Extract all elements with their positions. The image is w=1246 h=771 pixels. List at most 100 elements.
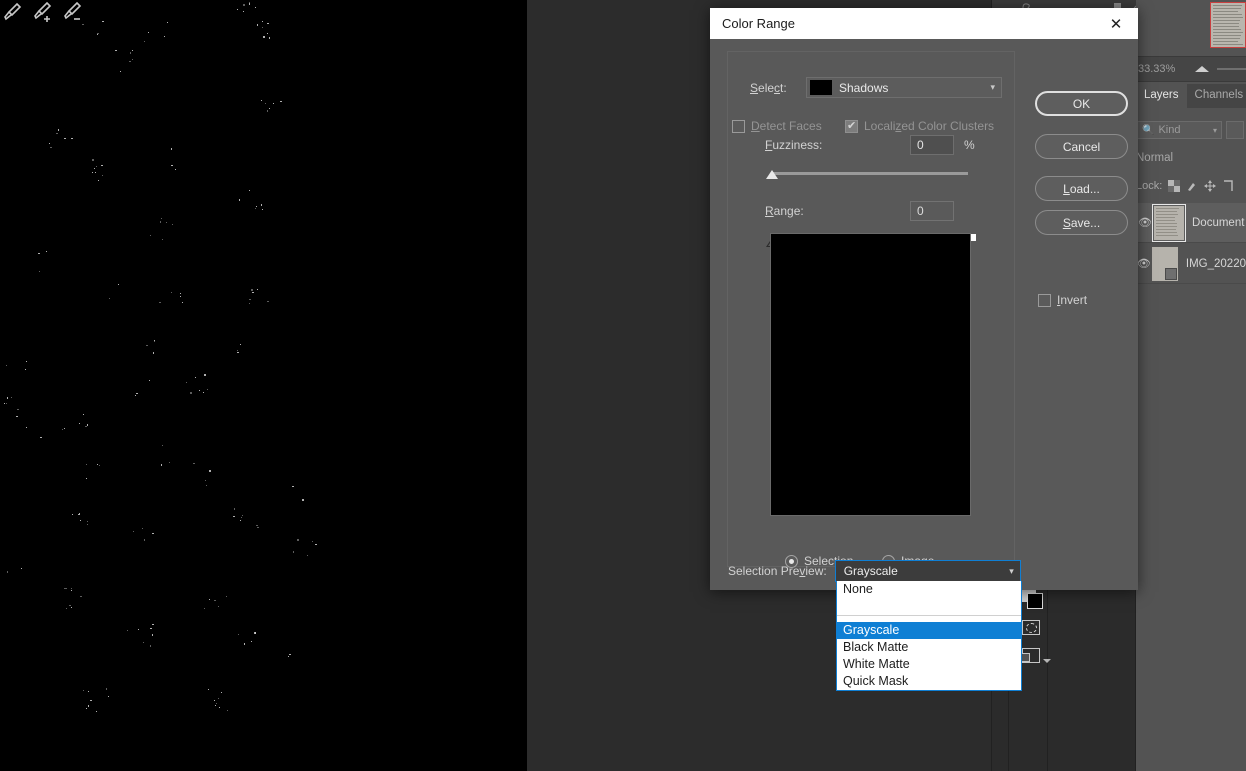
range-input[interactable]: 0 [910,201,954,221]
canvas-speck [153,352,154,354]
canvas-speck [242,515,243,516]
dialog-titlebar[interactable]: Color Range ✕ [710,8,1138,39]
canvas-speck [120,71,121,72]
canvas-speck [152,634,153,636]
canvas-speck [190,392,192,394]
selection-preview-dropdown-list[interactable]: None Grayscale Black Matte White Matte Q… [836,581,1022,691]
canvas-speck [46,251,47,252]
canvas-speck [102,175,103,176]
eyedropper-add-icon[interactable] [30,0,54,24]
canvas-speck [26,361,27,362]
ok-button[interactable]: OK [1035,91,1128,116]
canvas-speck [130,52,131,54]
canvas-speck [79,513,80,514]
dropdown-option-grayscale[interactable]: Grayscale [837,622,1021,639]
panel-tab-strip: Layers Channels [1136,84,1246,108]
canvas-speck [154,340,155,341]
canvas-speck [243,11,244,12]
fuzziness-input[interactable]: 0 [910,135,954,155]
canvas-speck [150,645,151,647]
selection-preview-combobox[interactable]: Grayscale ▾ [835,560,1021,582]
load-button[interactable]: Load... [1035,176,1128,201]
canvas-speck [96,166,97,167]
canvas-speck [171,165,173,166]
thumbnail-texture-line [1156,208,1179,209]
foreground-background-color-swatch[interactable] [1022,588,1044,610]
fuzziness-unit: % [964,138,975,152]
blend-mode-row[interactable]: Normal [1136,148,1246,168]
canvas-speck [257,527,259,528]
zoom-slider-track[interactable] [1217,68,1246,70]
canvas-speck [226,596,227,597]
zoom-slider-handle-icon[interactable] [1195,66,1209,72]
screen-mode-button[interactable] [1022,648,1040,663]
canvas-speck [87,524,88,525]
load-button-label: Load... [1063,182,1100,196]
lock-artboard-icon[interactable] [1222,180,1234,192]
thumbnail-texture-line [1156,232,1177,233]
lock-position-icon[interactable] [1204,180,1216,192]
detect-faces-row[interactable]: Detect Faces [732,119,822,133]
select-dropdown[interactable]: Shadows ▾ [806,77,1002,98]
document-canvas[interactable] [0,0,527,771]
detect-faces-checkbox[interactable] [732,120,745,133]
mask-preview [770,233,971,516]
canvas-speck [162,445,163,446]
canvas-speck [159,302,161,303]
canvas-speck [251,289,253,291]
layer-filter-kind-select[interactable]: 🔍 Kind ▾ [1136,121,1222,139]
layer-row-image[interactable]: 👁 IMG_20220 [1136,244,1246,284]
fuzziness-slider-handle[interactable] [766,170,778,179]
canvas-speck [221,692,222,693]
canvas-speck [205,480,206,481]
canvas-speck [166,222,167,223]
tab-layers[interactable]: Layers [1136,84,1187,108]
canvas-speck [204,608,205,609]
layer-row-document[interactable]: 👁 Document [1136,203,1246,243]
navigator-zoom-bar[interactable]: 33.33% [1136,56,1246,82]
lock-label: Lock: [1136,180,1162,192]
tab-channels[interactable]: Channels [1187,84,1246,108]
quick-mask-button[interactable] [1022,620,1040,635]
thumbnail-texture-line [1156,226,1177,227]
detect-faces-label: Detect Faces [751,119,822,133]
fuzziness-slider-track[interactable] [772,172,968,175]
canvas-speck [267,301,269,302]
foreground-color-chip[interactable] [1027,593,1043,609]
canvas-speck [133,531,134,532]
canvas-speck [143,642,144,643]
eye-icon[interactable]: 👁 [1136,257,1152,270]
invert-row[interactable]: Invert [1038,293,1087,307]
eyedropper-subtract-icon[interactable] [60,0,84,24]
save-button[interactable]: Save... [1035,210,1128,235]
filter-pixel-layers-button[interactable] [1226,121,1244,139]
canvas-speck [273,103,274,104]
eye-icon[interactable]: 👁 [1136,216,1154,229]
canvas-speck [106,688,107,690]
cancel-button[interactable]: Cancel [1035,134,1128,159]
canvas-speck [64,428,65,429]
lock-transparency-icon[interactable] [1168,180,1180,192]
canvas-speck [233,516,235,517]
canvas-speck [129,61,131,62]
localized-color-clusters-row[interactable]: Localized Color Clusters [845,119,994,133]
invert-checkbox[interactable] [1038,294,1051,307]
canvas-speck [167,22,168,23]
dropdown-option-black-matte[interactable]: Black Matte [837,639,1021,656]
canvas-speck [218,606,219,607]
canvas-speck [204,374,206,376]
close-icon[interactable]: ✕ [1094,8,1138,39]
dropdown-option-none[interactable]: None [837,581,1021,598]
dropdown-option-quick-mask[interactable]: Quick Mask [837,673,1021,690]
eyedropper-icon[interactable] [0,0,24,24]
canvas-speck [315,544,317,545]
layer-name: Document [1192,217,1244,229]
canvas-speck [186,382,187,383]
thumbnail-texture-line [1156,235,1178,236]
canvas-speck [162,239,163,240]
canvas-speck [203,392,204,393]
dropdown-option-white-matte[interactable]: White Matte [837,656,1021,673]
localized-color-clusters-checkbox[interactable] [845,120,858,133]
canvas-speck [249,190,250,191]
lock-image-pixels-icon[interactable] [1186,180,1198,192]
